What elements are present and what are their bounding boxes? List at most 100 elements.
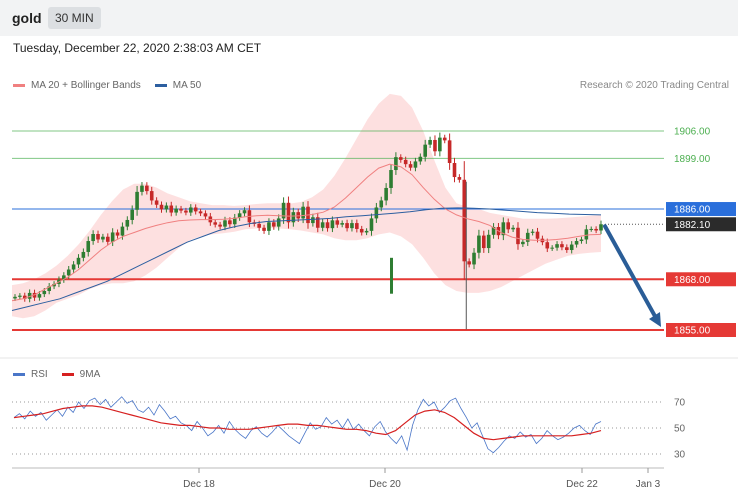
- candle-body: [37, 294, 42, 298]
- candle-body: [545, 242, 550, 249]
- candle: [438, 132, 442, 157]
- candle-body: [159, 204, 164, 210]
- candle-body: [447, 140, 452, 163]
- candle-body: [452, 162, 457, 178]
- price-level-labels: 1906.00 1899.00 1886.00 1868.00 1855.00 1882.…: [666, 127, 736, 337]
- candle-body: [101, 236, 105, 240]
- candle-body: [66, 269, 71, 276]
- candle-body: [198, 211, 203, 214]
- candle-body: [228, 220, 232, 225]
- candle-body: [394, 157, 398, 171]
- candle-body: [145, 185, 149, 192]
- candle-body: [76, 257, 81, 265]
- candle-body: [390, 257, 393, 294]
- candle-body: [408, 164, 413, 168]
- candle-body: [579, 239, 584, 242]
- candle-body: [262, 227, 266, 231]
- candle-body: [242, 210, 247, 214]
- candle-body: [130, 209, 134, 220]
- bollinger-band-area: [12, 93, 601, 319]
- candle-body: [467, 261, 471, 265]
- price-chart[interactable]: 1906.00 1899.00 1886.00 1868.00 1855.00 1882.…: [0, 0, 738, 500]
- candle-body: [340, 223, 344, 225]
- level-label-1886.00: 1886.00: [674, 205, 711, 216]
- candle-body: [550, 247, 554, 249]
- candle-body: [355, 223, 359, 229]
- candle-body: [413, 161, 418, 168]
- candle-body: [530, 231, 535, 233]
- last-price-label: 1882.10: [674, 220, 711, 231]
- candle-body: [535, 231, 540, 239]
- candle-body: [442, 137, 447, 141]
- candle-body: [423, 144, 427, 157]
- candle-body: [350, 223, 354, 229]
- candle-body: [18, 295, 22, 297]
- candle-body: [257, 223, 261, 228]
- bollinger-bands: [12, 93, 601, 319]
- candle-body: [276, 218, 281, 227]
- candle-body: [301, 206, 305, 219]
- candle-body: [418, 156, 423, 162]
- candle-body: [482, 235, 486, 249]
- candle-body: [506, 222, 511, 230]
- level-label-1899.00: 1899.00: [674, 154, 711, 165]
- candle-body: [96, 234, 100, 240]
- candle-body: [272, 222, 276, 227]
- candle-body: [472, 252, 476, 265]
- candle-body: [325, 222, 330, 229]
- candle-body: [179, 208, 183, 211]
- candle-body: [477, 235, 481, 253]
- candle-body: [555, 244, 559, 248]
- level-label-1868.00: 1868.00: [674, 275, 711, 286]
- candle-body: [511, 227, 515, 230]
- candle-body: [374, 207, 379, 219]
- rsi-tick-label: 30: [674, 450, 686, 461]
- candle-body: [81, 251, 86, 258]
- candle-body: [223, 220, 227, 227]
- candle-body: [164, 205, 169, 210]
- candle-body: [267, 222, 271, 231]
- forecast-arrow: [603, 224, 661, 327]
- rsi-tick-label: 50: [674, 424, 686, 435]
- candle-body: [433, 139, 437, 152]
- candle-body: [154, 200, 159, 205]
- candle-body: [594, 228, 598, 231]
- candle-body: [516, 227, 520, 245]
- candle-body: [599, 224, 603, 231]
- candle-body: [359, 228, 364, 233]
- rsi-9ma-line: [13, 405, 602, 441]
- candle-body: [335, 220, 340, 225]
- x-axis: Dec 18 Dec 20 Dec 22 Jan 3: [12, 467, 664, 490]
- candle-body: [184, 210, 188, 213]
- candle-body: [369, 218, 374, 231]
- candle-body: [91, 234, 95, 242]
- candle-body: [71, 264, 76, 270]
- rsi-tick-label: 70: [674, 398, 686, 409]
- candle: [457, 174, 462, 183]
- candle-body: [169, 205, 174, 213]
- candle-body: [42, 290, 47, 295]
- candle-body: [218, 224, 222, 227]
- candle-body: [13, 296, 17, 299]
- candle: [442, 134, 447, 144]
- x-tick-label: Dec 22: [566, 479, 598, 490]
- candle-body: [428, 139, 432, 145]
- candle-body: [403, 159, 408, 165]
- level-label-1906.00: 1906.00: [674, 127, 711, 138]
- candle-body: [584, 229, 589, 240]
- candle-body: [189, 207, 193, 213]
- candle-body: [379, 200, 384, 208]
- candle-body: [193, 207, 198, 212]
- candle-body: [330, 220, 335, 229]
- candle-body: [110, 232, 115, 242]
- candle-body: [105, 236, 110, 242]
- candle-body: [320, 222, 325, 228]
- x-tick-label: Jan 3: [636, 479, 661, 490]
- candle-body: [462, 179, 467, 262]
- candle-body: [149, 191, 154, 201]
- rsi-panel: 70 50 30: [12, 396, 686, 461]
- candle-body: [135, 191, 139, 210]
- candle-body: [384, 187, 388, 201]
- candle-body: [486, 234, 491, 249]
- candle-body: [364, 230, 369, 233]
